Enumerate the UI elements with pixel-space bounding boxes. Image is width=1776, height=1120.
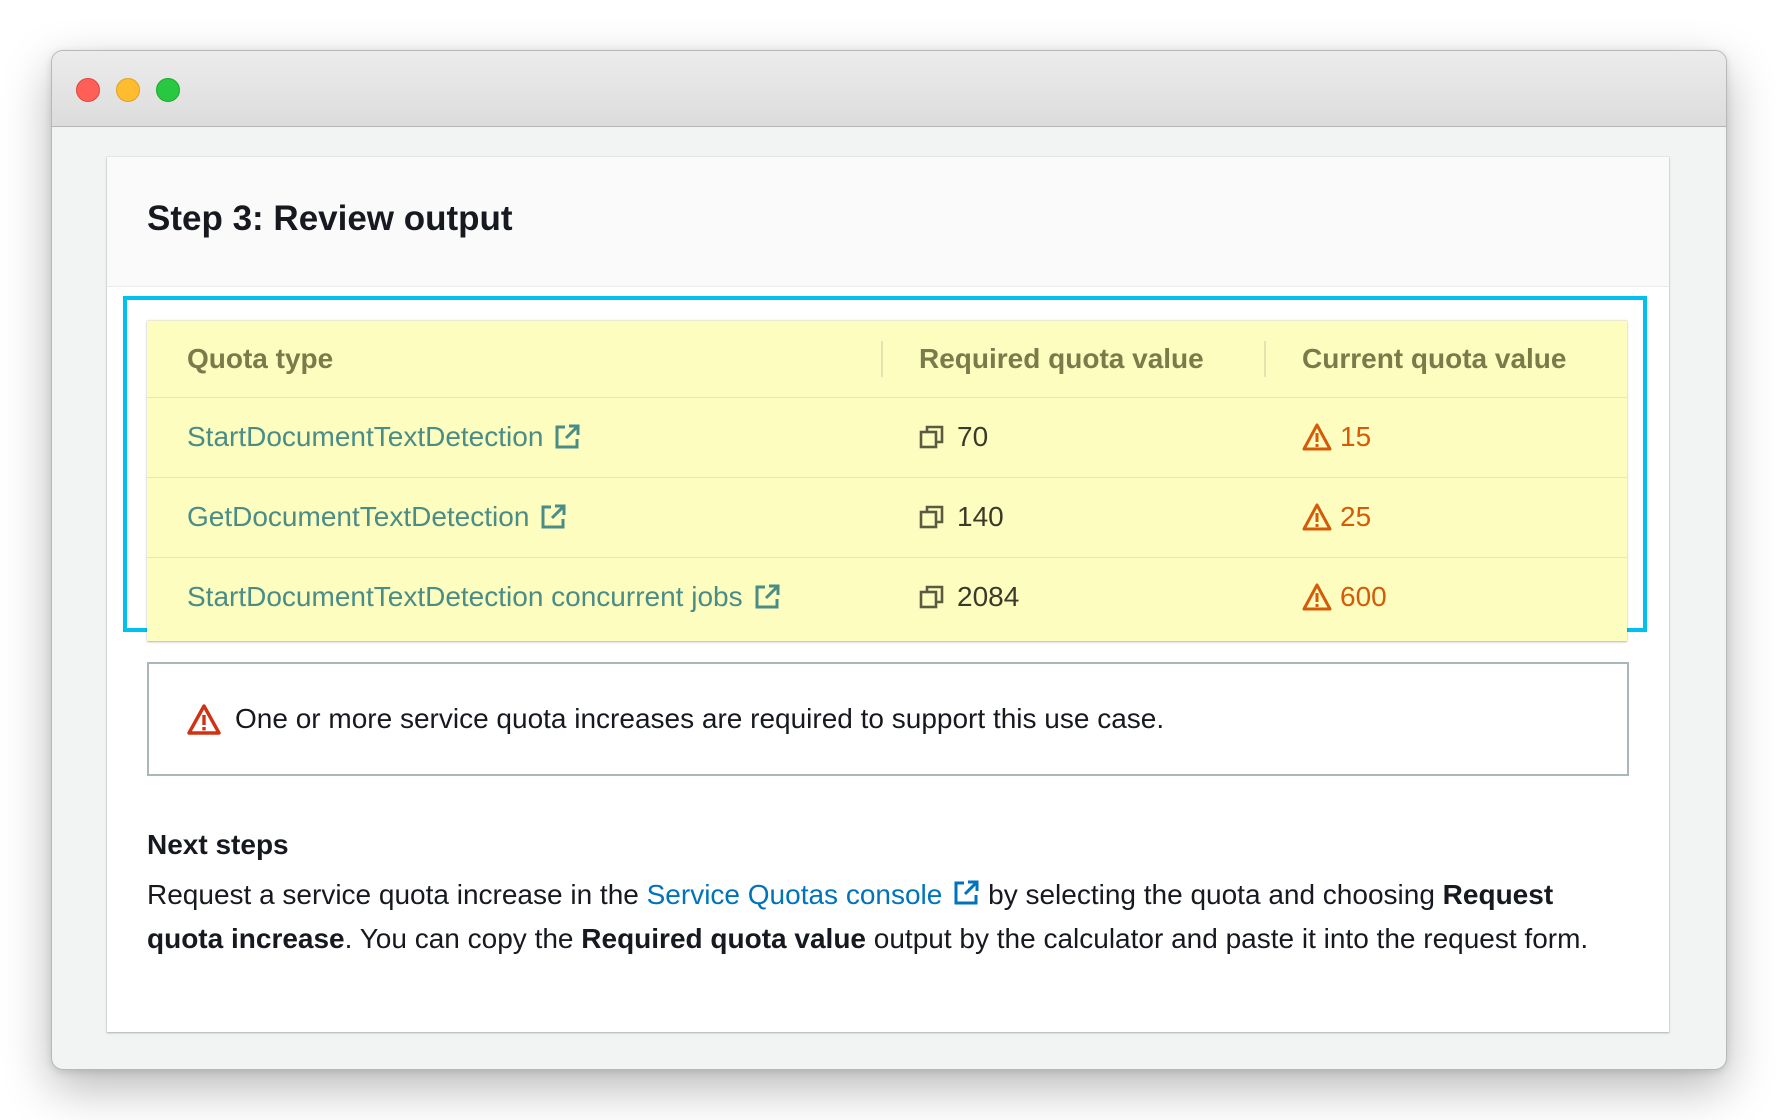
copy-icon[interactable] [919, 584, 945, 610]
required-quota-cell: 140 [919, 477, 1004, 557]
copy-icon[interactable] [919, 504, 945, 530]
external-link-icon[interactable] [553, 423, 581, 451]
required-quota-cell: 2084 [919, 557, 1019, 637]
quota-type-link[interactable]: StartDocumentTextDetection [187, 421, 543, 453]
table-row: StartDocumentTextDetection concurrent jo… [147, 557, 1627, 637]
quota-type-cell: StartDocumentTextDetection [187, 397, 581, 477]
required-quota-value: 70 [957, 421, 989, 452]
quota-table: Quota type Required quota value Current … [147, 320, 1627, 641]
next-steps-text-part: Request a service quota increase in the [147, 879, 647, 910]
warning-icon [1302, 503, 1332, 531]
warning-icon [1302, 583, 1332, 611]
service-quotas-console-link[interactable]: Service Quotas console [647, 879, 943, 910]
column-divider [881, 341, 883, 377]
quota-type-link[interactable]: StartDocumentTextDetection concurrent jo… [187, 581, 743, 613]
quota-warning-alert: One or more service quota increases are … [147, 662, 1629, 776]
card-header: Step 3: Review output [107, 157, 1669, 287]
column-header-current-quota-value: Current quota value [1302, 343, 1567, 374]
external-link-icon[interactable] [952, 879, 980, 907]
external-link-icon[interactable] [753, 583, 781, 611]
next-steps-text-part: . You can copy the [344, 923, 582, 954]
column-header-quota-type: Quota type [187, 343, 334, 374]
next-steps-text-part: by selecting the quota and choosing [980, 879, 1443, 910]
next-steps-text: Request a service quota increase in the … [147, 873, 1637, 961]
next-steps-text-part: output by the calculator and paste it in… [866, 923, 1589, 954]
app-window: Step 3: Review output Quota type Require… [51, 50, 1727, 1070]
current-quota-value: 600 [1340, 581, 1387, 612]
table-row: GetDocumentTextDetection 140 25 [147, 477, 1627, 558]
minimize-window-button[interactable] [116, 78, 140, 102]
required-quota-value: 140 [957, 501, 1004, 532]
zoom-window-button[interactable] [156, 78, 180, 102]
required-quota-value: 2084 [957, 581, 1020, 612]
table-row: StartDocumentTextDetection 70 15 [147, 397, 1627, 478]
warning-icon [187, 703, 221, 735]
close-window-button[interactable] [76, 78, 100, 102]
review-output-card: Step 3: Review output Quota type Require… [107, 157, 1669, 1032]
column-divider [1264, 341, 1266, 377]
copy-icon[interactable] [919, 424, 945, 450]
quota-type-cell: GetDocumentTextDetection [187, 477, 567, 557]
external-link-icon[interactable] [539, 503, 567, 531]
current-quota-value: 15 [1340, 421, 1372, 452]
table-highlight-frame: Quota type Required quota value Current … [123, 296, 1647, 641]
quota-type-cell: StartDocumentTextDetection concurrent jo… [187, 557, 781, 637]
table-header-row: Quota type Required quota value Current … [147, 321, 1627, 398]
required-quota-cell: 70 [919, 397, 988, 477]
current-quota-cell: 25 [1302, 477, 1371, 557]
quota-type-link[interactable]: GetDocumentTextDetection [187, 501, 529, 533]
window-titlebar [52, 51, 1726, 127]
current-quota-cell: 15 [1302, 397, 1371, 477]
alert-message: One or more service quota increases are … [235, 703, 1165, 734]
next-steps-heading: Next steps [147, 829, 289, 860]
required-quota-value-label: Required quota value [581, 923, 866, 954]
current-quota-value: 25 [1340, 501, 1372, 532]
page-title: Step 3: Review output [147, 199, 513, 238]
column-header-required-quota-value: Required quota value [919, 343, 1204, 374]
warning-icon [1302, 423, 1332, 451]
current-quota-cell: 600 [1302, 557, 1387, 637]
